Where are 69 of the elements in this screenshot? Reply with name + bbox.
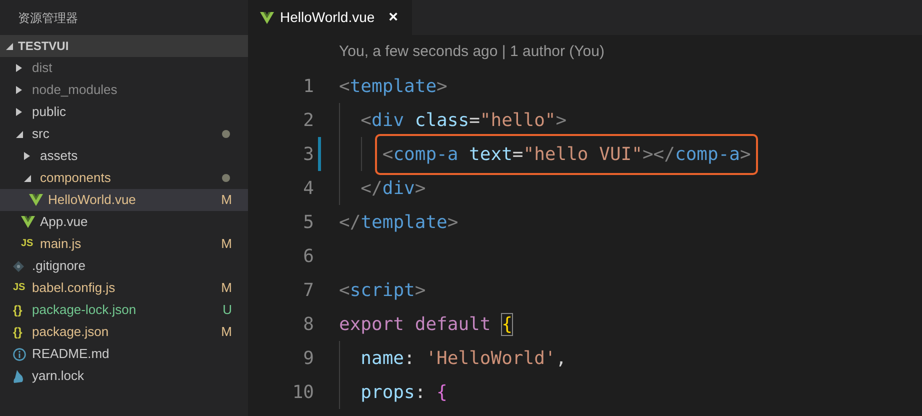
v-logo-icon xyxy=(260,12,274,24)
js-file-icon: JS xyxy=(21,239,34,249)
folder-row[interactable]: src xyxy=(0,123,248,145)
file-name: package-lock.json xyxy=(32,301,138,320)
folder-name: public xyxy=(32,103,67,122)
git-status: M xyxy=(221,191,232,210)
file-row[interactable]: JS babel.config.js M xyxy=(0,277,248,299)
codelens-text[interactable]: You, a few seconds ago | 1 author (You) xyxy=(339,40,604,64)
git-status: M xyxy=(221,235,232,254)
file-name: HelloWorld.vue xyxy=(48,191,137,210)
folder-name: node_modules xyxy=(32,81,118,100)
editor-tab[interactable]: HelloWorld.vue × xyxy=(248,0,412,35)
line-number: 10 xyxy=(291,380,314,404)
file-row[interactable]: App.vue xyxy=(0,211,248,233)
file-name: .gitignore xyxy=(32,257,86,276)
tab-label: HelloWorld.vue xyxy=(280,8,375,27)
file-row[interactable]: JS main.js M xyxy=(0,233,248,255)
folder-row[interactable]: dist xyxy=(0,57,248,79)
folder-row[interactable]: assets xyxy=(0,145,248,167)
v-logo-icon xyxy=(29,194,43,206)
code-line: </template> xyxy=(339,210,458,234)
file-row[interactable]: HelloWorld.vue M xyxy=(0,189,248,211)
sidebar-title: 资源管理器 xyxy=(18,10,78,26)
file-row[interactable]: yarn.lock xyxy=(0,365,248,387)
line-number: 7 xyxy=(302,278,314,302)
info-icon xyxy=(13,348,26,360)
code-line: props: { xyxy=(360,380,448,404)
folder-name: components xyxy=(40,169,112,188)
line-number: 8 xyxy=(302,312,314,336)
git-status: U xyxy=(222,301,232,320)
diamond-icon xyxy=(13,260,24,272)
js-file-icon: JS xyxy=(13,283,26,293)
git-status: M xyxy=(221,279,232,298)
tree-root-row[interactable]: TESTVUI xyxy=(0,35,248,57)
file-row[interactable]: {} package.json M xyxy=(0,321,248,343)
code-line: <div class="hello"> xyxy=(360,108,567,132)
project-name: TESTVUI xyxy=(18,38,69,55)
line-number: 6 xyxy=(302,244,314,268)
file-name: package.json xyxy=(32,323,110,342)
file-name: README.md xyxy=(32,345,110,364)
line-number: 2 xyxy=(302,108,314,132)
close-button[interactable]: × xyxy=(388,6,398,30)
line-number: 1 xyxy=(302,74,314,98)
file-name: babel.config.js xyxy=(32,279,116,298)
braces-icon: {} xyxy=(13,326,22,338)
line-number: 4 xyxy=(302,176,314,200)
file-name: yarn.lock xyxy=(32,367,86,386)
line-number: 5 xyxy=(302,210,314,234)
file-row[interactable]: README.md xyxy=(0,343,248,365)
folder-name: src xyxy=(32,125,50,144)
code-line: <template> xyxy=(339,74,448,98)
code-line: export default { xyxy=(339,312,512,336)
code-line: <script> xyxy=(339,278,426,302)
folder-name: dist xyxy=(32,59,54,78)
v-logo-icon xyxy=(21,216,35,228)
folder-row[interactable]: node_modules xyxy=(0,79,248,101)
git-status: M xyxy=(221,323,232,342)
code-line: name: 'HelloWorld', xyxy=(360,346,567,370)
braces-icon: {} xyxy=(13,304,22,316)
folder-name: assets xyxy=(40,147,79,166)
file-row[interactable]: .gitignore xyxy=(0,255,248,277)
file-name: main.js xyxy=(40,235,82,254)
folder-row[interactable]: public xyxy=(0,101,248,123)
folder-row[interactable]: components xyxy=(0,167,248,189)
file-name: App.vue xyxy=(40,213,89,232)
code-line: </div> xyxy=(360,176,426,200)
line-number: 9 xyxy=(302,346,314,370)
file-row[interactable]: {} package-lock.json U xyxy=(0,299,248,321)
line-number: 3 xyxy=(302,142,314,166)
